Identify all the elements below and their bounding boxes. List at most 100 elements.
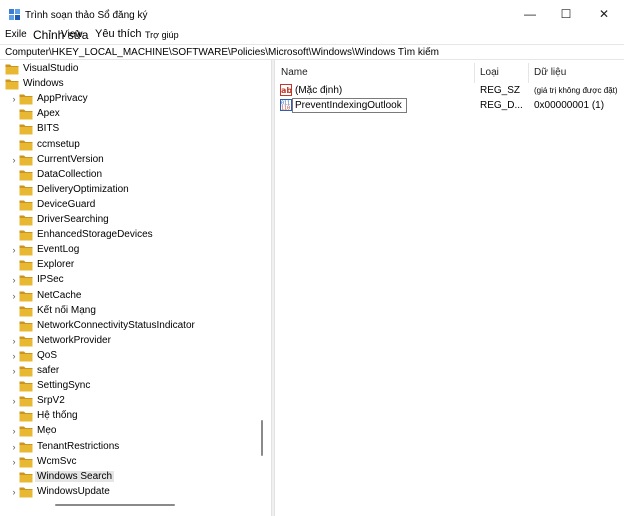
title-bar: Trình soạn thảo Sổ đăng ký — ☐ ✕ — [0, 0, 624, 28]
tree-item-label: DataCollection — [37, 168, 103, 180]
chevron-right-icon[interactable]: › — [10, 245, 18, 256]
tree-item-label: SrpV2 — [37, 395, 65, 407]
chevron-right-icon[interactable]: › — [10, 396, 18, 407]
tree-item[interactable]: › EventLog — [0, 243, 260, 258]
tree-item-label: Windows — [23, 78, 64, 90]
tree-item[interactable]: VisualStudio — [0, 62, 260, 77]
tree-item[interactable]: DataCollection — [0, 168, 260, 183]
tree-item[interactable]: SettingSync — [0, 379, 260, 394]
tree-item-label: Explorer — [37, 259, 75, 271]
menu-file[interactable]: Exile — [5, 29, 27, 40]
menu-view[interactable]: View — [61, 29, 83, 40]
tree-item[interactable]: EnhancedStorageDevices — [0, 228, 260, 243]
tree-item[interactable]: DriverSearching — [0, 213, 260, 228]
chevron-right-icon[interactable]: › — [10, 487, 18, 498]
tree-item-label: TenantRestrictions — [37, 440, 120, 452]
tree-horizontal-scrollbar[interactable] — [55, 504, 175, 506]
tree-item[interactable]: Kết nối Mạng — [0, 304, 260, 319]
chevron-right-icon[interactable]: › — [10, 94, 18, 105]
folder-icon — [19, 275, 33, 286]
column-header-name[interactable]: Name — [281, 67, 308, 78]
tree-item[interactable]: › AppPrivacy — [0, 92, 260, 107]
chevron-right-icon[interactable]: › — [10, 291, 18, 302]
tree-item[interactable]: BITS — [0, 122, 260, 137]
tree-item-label: DeliveryOptimization — [37, 183, 129, 195]
registry-editor-icon — [9, 9, 20, 20]
chevron-right-icon[interactable]: › — [10, 426, 18, 437]
chevron-right-icon[interactable]: › — [10, 275, 18, 286]
tree-item-label: QoS — [37, 349, 58, 361]
folder-icon — [19, 442, 33, 452]
folder-icon — [19, 109, 33, 120]
tree-vertical-scrollbar[interactable] — [261, 420, 263, 456]
tree-item-label: SettingSync — [37, 380, 91, 392]
folder-icon — [19, 185, 33, 196]
tree-item-label: NetCache — [37, 289, 82, 301]
tree-item[interactable]: › IPSec — [0, 273, 260, 288]
maximize-button[interactable]: ☐ — [548, 0, 584, 28]
tree-item-label: Hệ thống — [37, 410, 78, 422]
folder-icon — [19, 411, 33, 422]
tree-item-label: WcmSvc — [37, 455, 77, 467]
tree-item[interactable]: › Mẹo — [0, 424, 260, 439]
tree-item[interactable]: DeliveryOptimization — [0, 183, 260, 198]
folder-icon — [19, 487, 33, 498]
tree-item[interactable]: Windows — [0, 77, 260, 92]
value-type: REG_D... — [480, 100, 523, 111]
tree-item[interactable]: › SrpV2 — [0, 394, 260, 409]
tree-item-label: NetworkProvider — [37, 334, 111, 346]
value-row[interactable]: 011 110 PreventIndexingOutlook REG_D... … — [275, 98, 624, 114]
tree-item[interactable]: › CurrentVersion — [0, 153, 260, 168]
rename-value-field[interactable]: PreventIndexingOutlook — [292, 98, 407, 113]
tree-item-label: CurrentVersion — [37, 153, 104, 165]
tree-item[interactable]: Hệ thống — [0, 409, 260, 424]
tree-item[interactable]: DeviceGuard — [0, 198, 260, 213]
folder-icon — [19, 396, 33, 407]
column-header-type[interactable]: Loại — [480, 67, 499, 78]
folder-icon — [19, 140, 33, 150]
folder-icon — [19, 381, 33, 392]
minimize-button[interactable]: — — [512, 0, 548, 28]
maximize-icon: ☐ — [560, 7, 572, 21]
address-bar[interactable]: Computer\HKEY_LOCAL_MACHINE\SOFTWARE\Pol… — [0, 44, 624, 60]
tree-item[interactable]: › QoS — [0, 349, 260, 364]
value-type: REG_SZ — [480, 85, 521, 96]
column-divider[interactable] — [474, 63, 475, 83]
folder-icon — [19, 124, 33, 135]
folder-icon — [19, 155, 33, 166]
tree-item[interactable]: › TenantRestrictions — [0, 440, 260, 455]
tree-item[interactable]: › WindowsUpdate — [0, 485, 260, 500]
chevron-right-icon[interactable]: › — [10, 351, 18, 362]
folder-icon — [5, 79, 19, 90]
tree-item[interactable]: › WcmSvc — [0, 455, 260, 470]
menu-favorites[interactable]: Yêu thích — [95, 28, 141, 40]
tree-item[interactable]: › NetCache — [0, 289, 260, 304]
value-row[interactable]: ab (Mặc định) REG_SZ (giá trị không được… — [275, 83, 624, 99]
chevron-right-icon[interactable]: › — [10, 336, 18, 347]
tree-item-label: AppPrivacy — [37, 93, 88, 105]
tree-item[interactable]: ccmsetup — [0, 138, 260, 153]
folder-icon — [19, 230, 33, 241]
column-divider[interactable] — [528, 63, 529, 83]
tree-item[interactable]: Apex — [0, 107, 260, 122]
tree-item-label: Mẹo — [37, 425, 57, 437]
chevron-right-icon[interactable]: › — [10, 457, 18, 468]
close-button[interactable]: ✕ — [586, 0, 622, 28]
folder-icon — [19, 366, 33, 377]
rename-value-text[interactable]: PreventIndexingOutlook — [295, 100, 402, 111]
tree-item-label: EnhancedStorageDevices — [37, 229, 153, 241]
tree-item[interactable]: Windows Search — [0, 470, 260, 485]
key-tree-pane[interactable]: VisualStudio Windows › AppPrivacy Apex BITS cc… — [0, 60, 271, 516]
menu-help[interactable]: Trợ giúp — [145, 30, 179, 40]
values-pane[interactable]: Name Loại Dữ liệu ab (Mặc định) REG_SZ (… — [275, 60, 624, 516]
window-title: Trình soạn thảo Sổ đăng ký — [25, 10, 148, 21]
chevron-right-icon[interactable]: › — [10, 155, 18, 166]
tree-item[interactable]: NetworkConnectivityStatusIndicator — [0, 319, 260, 334]
tree-item[interactable]: › NetworkProvider — [0, 334, 260, 349]
chevron-right-icon[interactable]: › — [10, 366, 18, 377]
column-header-data[interactable]: Dữ liệu — [534, 67, 566, 78]
tree-item[interactable]: › safer — [0, 364, 260, 379]
address-path[interactable]: Computer\HKEY_LOCAL_MACHINE\SOFTWARE\Pol… — [5, 47, 439, 58]
chevron-right-icon[interactable]: › — [10, 442, 18, 453]
tree-item[interactable]: Explorer — [0, 258, 260, 273]
